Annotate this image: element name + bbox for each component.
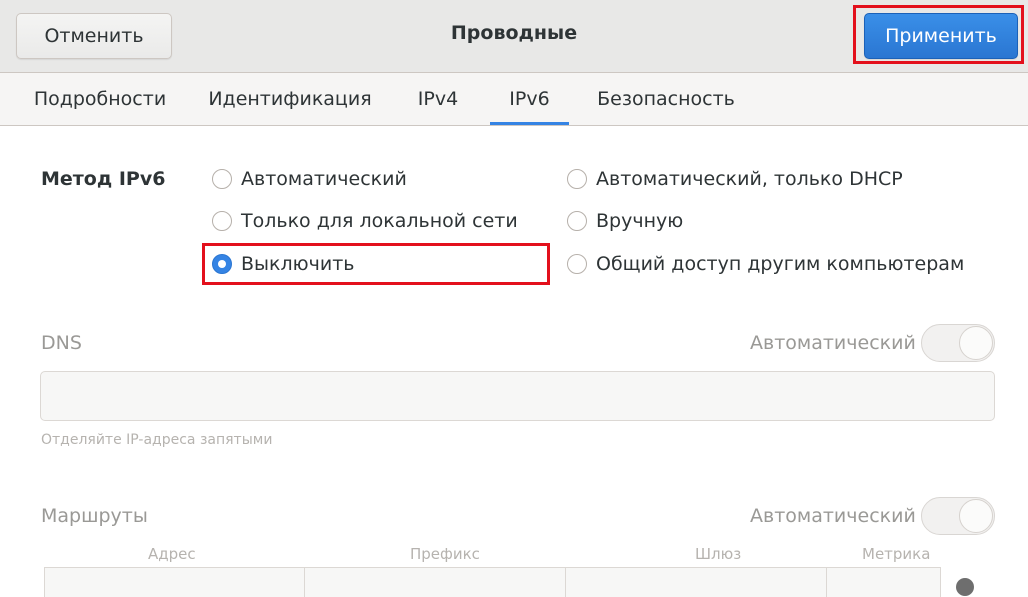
radio-label: Автоматический, только DHCP: [596, 168, 903, 190]
tab-security[interactable]: Безопасность: [590, 73, 742, 125]
radio-label: Вручную: [596, 210, 684, 232]
dns-title: DNS: [41, 332, 82, 354]
dns-input[interactable]: [40, 371, 995, 421]
radio-disable[interactable]: Выключить: [212, 249, 355, 279]
cell-divider: [826, 568, 827, 597]
radio-circle[interactable]: [567, 169, 587, 189]
radio-circle[interactable]: [212, 169, 232, 189]
radio-label: Выключить: [241, 253, 355, 275]
tab-ipv6[interactable]: IPv6: [490, 73, 569, 125]
radio-automatic-dhcp[interactable]: Автоматический, только DHCP: [567, 164, 903, 194]
routes-title: Маршруты: [41, 505, 148, 527]
dns-auto-switch[interactable]: [921, 324, 995, 362]
switch-knob: [959, 499, 993, 533]
routes-auto-switch[interactable]: [921, 497, 995, 535]
radio-label: Только для локальной сети: [241, 210, 518, 232]
radio-label: Автоматический: [241, 168, 407, 190]
header-bar: Отменить Проводные Применить: [0, 0, 1028, 73]
column-gateway: Шлюз: [695, 545, 742, 563]
column-metric: Метрика: [862, 545, 931, 563]
radio-manual[interactable]: Вручную: [567, 206, 683, 236]
remove-route-icon[interactable]: [956, 578, 974, 596]
column-prefix: Префикс: [410, 545, 480, 563]
column-address: Адрес: [148, 545, 196, 563]
apply-button[interactable]: Применить: [864, 13, 1018, 59]
radio-circle-checked[interactable]: [212, 254, 232, 274]
radio-circle[interactable]: [567, 254, 587, 274]
tab-details[interactable]: Подробности: [24, 73, 176, 125]
radio-circle[interactable]: [212, 211, 232, 231]
cell-divider: [565, 568, 566, 597]
dns-hint: Отделяйте IP-адреса запятыми: [41, 432, 273, 448]
tab-ipv4[interactable]: IPv4: [406, 73, 470, 125]
routes-auto-label: Автоматический: [750, 505, 916, 527]
radio-shared[interactable]: Общий доступ другим компьютерам: [567, 249, 964, 279]
switch-knob: [959, 326, 993, 360]
route-row[interactable]: [44, 567, 941, 597]
radio-automatic[interactable]: Автоматический: [212, 164, 407, 194]
radio-link-local[interactable]: Только для локальной сети: [212, 206, 518, 236]
radio-label: Общий доступ другим компьютерам: [596, 253, 965, 275]
tab-bar: Подробности Идентификация IPv4 IPv6 Безо…: [0, 73, 1028, 126]
cell-divider: [304, 568, 305, 597]
dns-auto-label: Автоматический: [750, 332, 916, 354]
ipv6-method-label: Метод IPv6: [41, 168, 166, 190]
radio-circle[interactable]: [567, 211, 587, 231]
tab-identity[interactable]: Идентификация: [202, 73, 378, 125]
